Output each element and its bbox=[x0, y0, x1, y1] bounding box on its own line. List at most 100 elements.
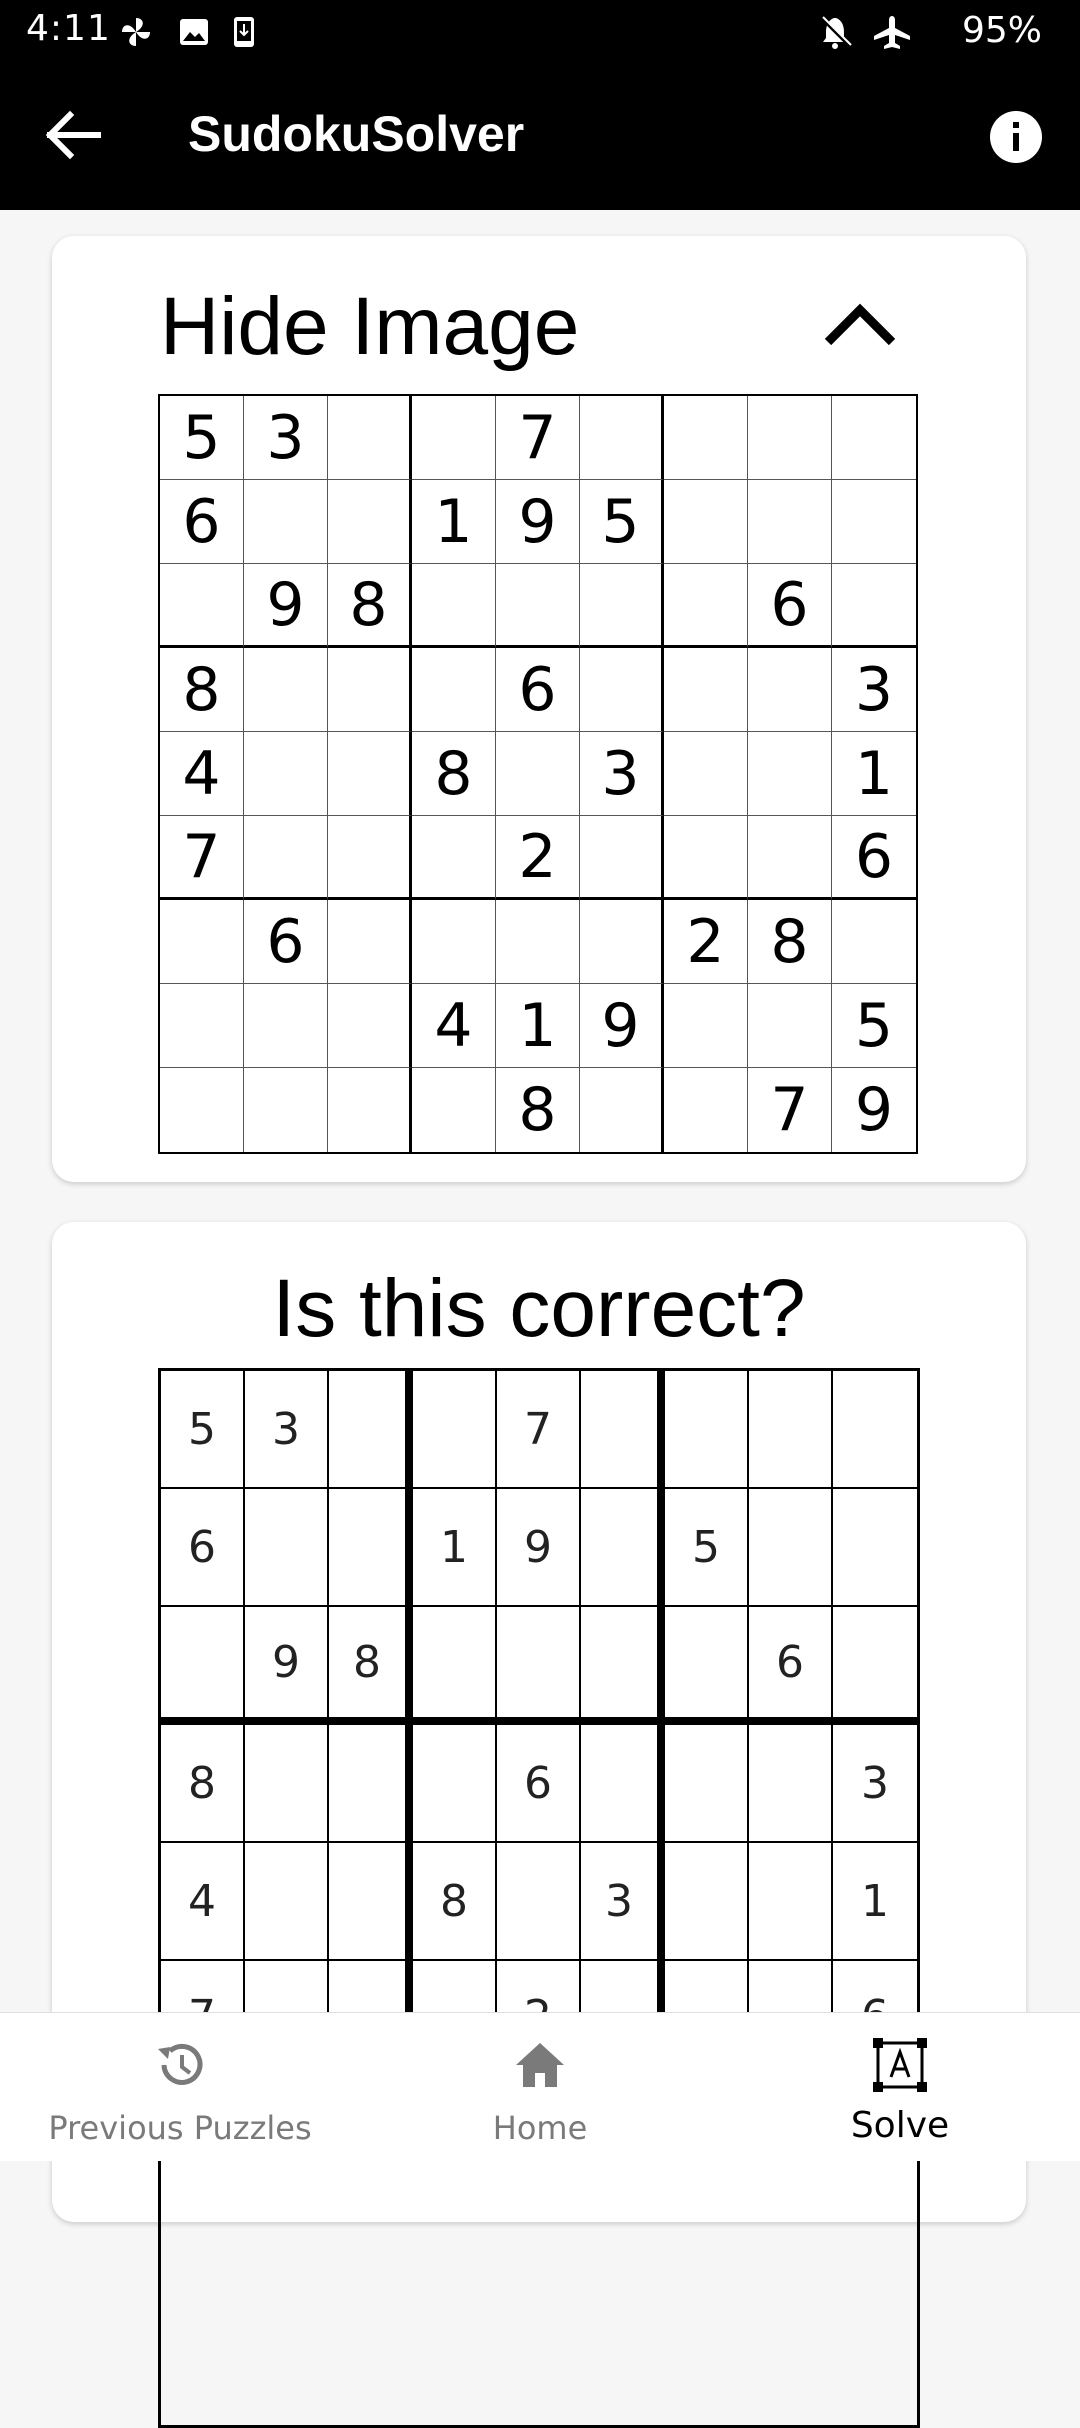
sudoku-cell-r3-c4[interactable] bbox=[413, 1607, 497, 1725]
sudoku-cell-r1-c1[interactable]: 5 bbox=[161, 1371, 245, 1489]
sudoku-cell-r9-c4 bbox=[412, 1068, 496, 1152]
sudoku-cell-r4-c7[interactable] bbox=[665, 1725, 749, 1843]
sudoku-cell-r5-c4[interactable]: 8 bbox=[413, 1843, 497, 1961]
nav-solve[interactable]: Solve bbox=[720, 2013, 1080, 2161]
sudoku-cell-r5-c2[interactable] bbox=[245, 1843, 329, 1961]
sudoku-cell-r5-c8 bbox=[748, 732, 832, 816]
sudoku-cell-r9-c3 bbox=[328, 1068, 412, 1152]
sudoku-cell-r3-c6[interactable] bbox=[581, 1607, 665, 1725]
sudoku-cell-r9-c6 bbox=[580, 1068, 664, 1152]
sudoku-cell-r1-c8[interactable] bbox=[749, 1371, 833, 1489]
info-icon[interactable] bbox=[988, 109, 1044, 165]
sudoku-cell-r5-c4: 8 bbox=[412, 732, 496, 816]
sudoku-cell-r3-c8[interactable]: 6 bbox=[749, 1607, 833, 1725]
sudoku-cell-r1-c7[interactable] bbox=[665, 1371, 749, 1489]
sudoku-cell-r9-c2 bbox=[244, 1068, 328, 1152]
sudoku-cell-r4-c6[interactable] bbox=[581, 1725, 665, 1843]
sudoku-cell-r2-c9[interactable] bbox=[833, 1489, 917, 1607]
sudoku-cell-r2-c4[interactable]: 1 bbox=[413, 1489, 497, 1607]
nav-home[interactable]: Home bbox=[360, 2013, 720, 2161]
sudoku-cell-r1-c4[interactable] bbox=[413, 1371, 497, 1489]
sudoku-cell-r2-c2[interactable] bbox=[245, 1489, 329, 1607]
sudoku-cell-r5-c5 bbox=[496, 732, 580, 816]
image-preview-card: Hide Image 53761959868634831726628419587… bbox=[52, 236, 1026, 1182]
sudoku-cell-r7-c8: 8 bbox=[748, 900, 832, 984]
sudoku-cell-r1-c9[interactable] bbox=[833, 1371, 917, 1489]
sudoku-cell-r1-c3 bbox=[328, 396, 412, 480]
sudoku-cell-r7-c7: 2 bbox=[664, 900, 748, 984]
sudoku-cell-r3-c6 bbox=[580, 564, 664, 648]
sudoku-cell-r4-c8[interactable] bbox=[749, 1725, 833, 1843]
sudoku-cell-r5-c8[interactable] bbox=[749, 1843, 833, 1961]
sudoku-cell-r1-c5[interactable]: 7 bbox=[497, 1371, 581, 1489]
sudoku-cell-r9-c8: 7 bbox=[748, 1068, 832, 1152]
sudoku-cell-r3-c7[interactable] bbox=[665, 1607, 749, 1725]
arrow-left-icon[interactable] bbox=[44, 109, 104, 161]
sudoku-cell-r1-c2[interactable]: 3 bbox=[245, 1371, 329, 1489]
sudoku-cell-r9-c9: 9 bbox=[854, 1075, 894, 1145]
sudoku-cell-r4-c1: 8 bbox=[160, 648, 244, 732]
sudoku-cell-r8-c3 bbox=[328, 984, 412, 1068]
sudoku-cell-r2-c8[interactable] bbox=[749, 1489, 833, 1607]
sudoku-cell-r6-c5: 2 bbox=[496, 816, 580, 900]
nav-label: Home bbox=[492, 2109, 588, 2147]
sudoku-cell-r5-c6[interactable]: 3 bbox=[581, 1843, 665, 1961]
sudoku-cell-r6-c1: 7 bbox=[160, 816, 244, 900]
confirm-question: Is this correct? bbox=[272, 1263, 806, 1354]
status-bar: 4:11 95% bbox=[0, 0, 1080, 63]
sudoku-cell-r2-c5: 9 bbox=[496, 480, 580, 564]
sudoku-cell-r5-c5[interactable] bbox=[497, 1843, 581, 1961]
sudoku-cell-r2-c3[interactable] bbox=[329, 1489, 413, 1607]
sudoku-cell-r5-c9: 1 bbox=[832, 732, 916, 816]
airplane-icon bbox=[874, 16, 910, 49]
sudoku-cell-r1-c8 bbox=[748, 396, 832, 480]
sudoku-cell-r6-c4 bbox=[412, 816, 496, 900]
phone-download-icon bbox=[234, 17, 254, 47]
hide-image-toggle-label[interactable]: Hide Image bbox=[160, 280, 579, 374]
sudoku-cell-r6-c2 bbox=[244, 816, 328, 900]
sudoku-cell-r6-c3 bbox=[328, 816, 412, 900]
sudoku-cell-r7-c9 bbox=[832, 900, 916, 984]
sudoku-cell-r8-c9: 5 bbox=[832, 984, 916, 1068]
sudoku-cell-r4-c1[interactable]: 8 bbox=[161, 1725, 245, 1843]
sudoku-cell-r4-c3[interactable] bbox=[329, 1725, 413, 1843]
sudoku-cell-r6-c6 bbox=[580, 816, 664, 900]
sudoku-cell-r2-c1[interactable]: 6 bbox=[161, 1489, 245, 1607]
sudoku-cell-r2-c7 bbox=[664, 480, 748, 564]
sudoku-cell-r2-c7[interactable]: 5 bbox=[665, 1489, 749, 1607]
sudoku-cell-r7-c2: 6 bbox=[244, 900, 328, 984]
sudoku-cell-r3-c2: 9 bbox=[244, 564, 328, 648]
sudoku-cell-r4-c7 bbox=[664, 648, 748, 732]
sudoku-cell-r1-c6[interactable] bbox=[581, 1371, 665, 1489]
sudoku-cell-r2-c5[interactable]: 9 bbox=[497, 1489, 581, 1607]
sudoku-cell-r5-c1[interactable]: 4 bbox=[161, 1843, 245, 1961]
sudoku-cell-r2-c6[interactable] bbox=[581, 1489, 665, 1607]
chevron-up-icon[interactable] bbox=[822, 300, 898, 350]
sudoku-cell-r5-c9[interactable]: 1 bbox=[833, 1843, 917, 1961]
sudoku-cell-r2-c3 bbox=[328, 480, 412, 564]
sudoku-cell-r3-c9[interactable] bbox=[833, 1607, 917, 1725]
sudoku-cell-r1-c7 bbox=[664, 396, 748, 480]
sudoku-cell-r4-c5[interactable]: 6 bbox=[497, 1725, 581, 1843]
sudoku-cell-r8-c2 bbox=[244, 984, 328, 1068]
sudoku-cell-r4-c3 bbox=[328, 648, 412, 732]
sudoku-cell-r3-c1[interactable] bbox=[161, 1607, 245, 1725]
sudoku-cell-r5-c3[interactable] bbox=[329, 1843, 413, 1961]
sudoku-cell-r7-c3 bbox=[328, 900, 412, 984]
sudoku-cell-r5-c7[interactable] bbox=[665, 1843, 749, 1961]
sudoku-cell-r7-c1 bbox=[160, 900, 244, 984]
sudoku-cell-r3-c5[interactable] bbox=[497, 1607, 581, 1725]
status-time: 4:11 bbox=[26, 8, 111, 49]
sudoku-cell-r4-c9: 3 bbox=[832, 648, 916, 732]
nav-previous-puzzles[interactable]: Previous Puzzles bbox=[0, 2013, 360, 2161]
sudoku-cell-r4-c2[interactable] bbox=[245, 1725, 329, 1843]
sudoku-cell-r3-c2[interactable]: 9 bbox=[245, 1607, 329, 1725]
sudoku-cell-r2-c6: 5 bbox=[580, 480, 664, 564]
sudoku-cell-r4-c6 bbox=[580, 648, 664, 732]
sudoku-cell-r3-c3[interactable]: 8 bbox=[329, 1607, 413, 1725]
sudoku-cell-r4-c4[interactable] bbox=[413, 1725, 497, 1843]
sudoku-cell-r5-c3 bbox=[328, 732, 412, 816]
sudoku-cell-r4-c9[interactable]: 3 bbox=[833, 1725, 917, 1843]
sudoku-cell-r1-c3[interactable] bbox=[329, 1371, 413, 1489]
sudoku-cell-r1-c4 bbox=[412, 396, 496, 480]
